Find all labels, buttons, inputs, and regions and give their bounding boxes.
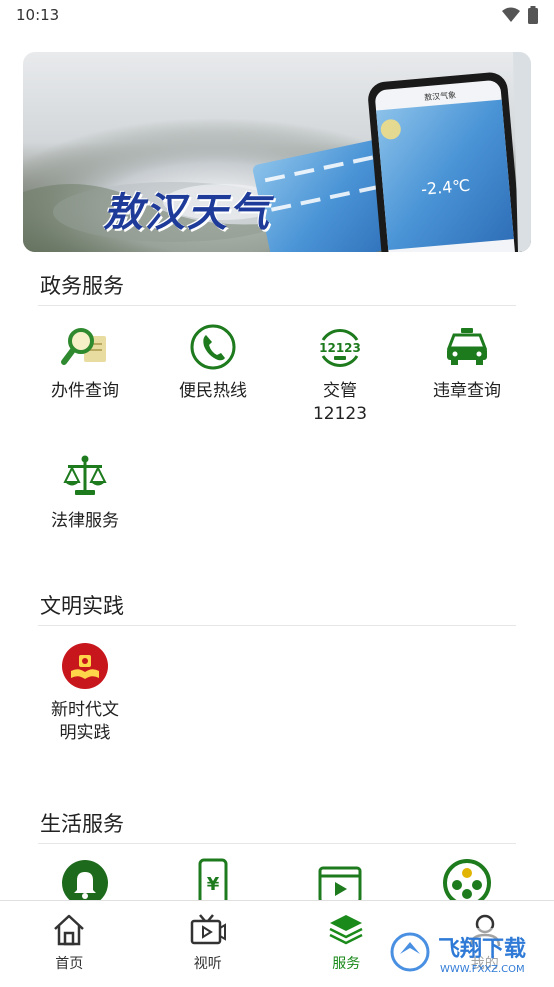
layers-icon (327, 911, 365, 949)
taxi-icon (442, 322, 492, 372)
service-label: 违章查询 (412, 380, 522, 403)
home-icon (50, 911, 88, 949)
status-icons (502, 6, 538, 24)
nav-label: 服务 (332, 953, 360, 973)
nav-home[interactable]: 首页 (0, 901, 139, 987)
service-item-hotline[interactable]: 便民热线 (158, 322, 268, 403)
nav-audiovisual[interactable]: 视听 (139, 901, 278, 987)
search-document-icon (60, 322, 110, 372)
civilization-book-icon (60, 641, 110, 691)
nav-label: 视听 (194, 953, 222, 973)
battery-icon (528, 6, 538, 24)
section-title-gov: 政务服务 (40, 270, 124, 300)
status-bar: 10:13 (0, 0, 554, 30)
svg-text:12123: 12123 (319, 341, 361, 355)
service-item-traffic-12123[interactable]: 12123 交管 12123 (285, 322, 395, 426)
section-divider (38, 625, 516, 626)
service-label: 办件查询 (30, 380, 140, 403)
svg-text:¥: ¥ (207, 874, 220, 895)
section-divider (38, 305, 516, 306)
wifi-icon (502, 7, 520, 23)
tv-icon (189, 911, 227, 949)
service-label: 交管 12123 (285, 380, 395, 426)
traffic-12123-icon: 12123 (315, 322, 365, 372)
phone-icon (188, 322, 238, 372)
weather-banner[interactable]: -2.4℃ 敖汉气象 敖汉天气 (23, 52, 531, 252)
section-title-civilization: 文明实践 (40, 590, 124, 620)
scales-icon (60, 452, 110, 502)
section-title-life: 生活服务 (40, 808, 124, 838)
watermark-text: 飞翔下载 (438, 936, 526, 962)
nav-label: 首页 (55, 953, 83, 973)
service-item-new-era-civilization[interactable]: 新时代文 明实践 (30, 641, 140, 745)
service-item-case-query[interactable]: 办件查询 (30, 322, 140, 403)
watermark-url: WWW.FXXZ.COM (440, 964, 525, 975)
watermark-logo: 飞翔下载 WWW.FXXZ.COM (388, 928, 548, 980)
service-item-violation-query[interactable]: 违章查询 (412, 322, 522, 403)
service-label: 新时代文 明实践 (30, 699, 140, 745)
section-divider (38, 843, 516, 844)
banner-image: -2.4℃ 敖汉气象 (23, 52, 531, 252)
banner-title: 敖汉天气 (103, 180, 271, 238)
service-label: 法律服务 (30, 510, 140, 533)
service-label: 便民热线 (158, 380, 268, 403)
service-item-legal[interactable]: 法律服务 (30, 452, 140, 533)
status-time: 10:13 (16, 6, 59, 24)
